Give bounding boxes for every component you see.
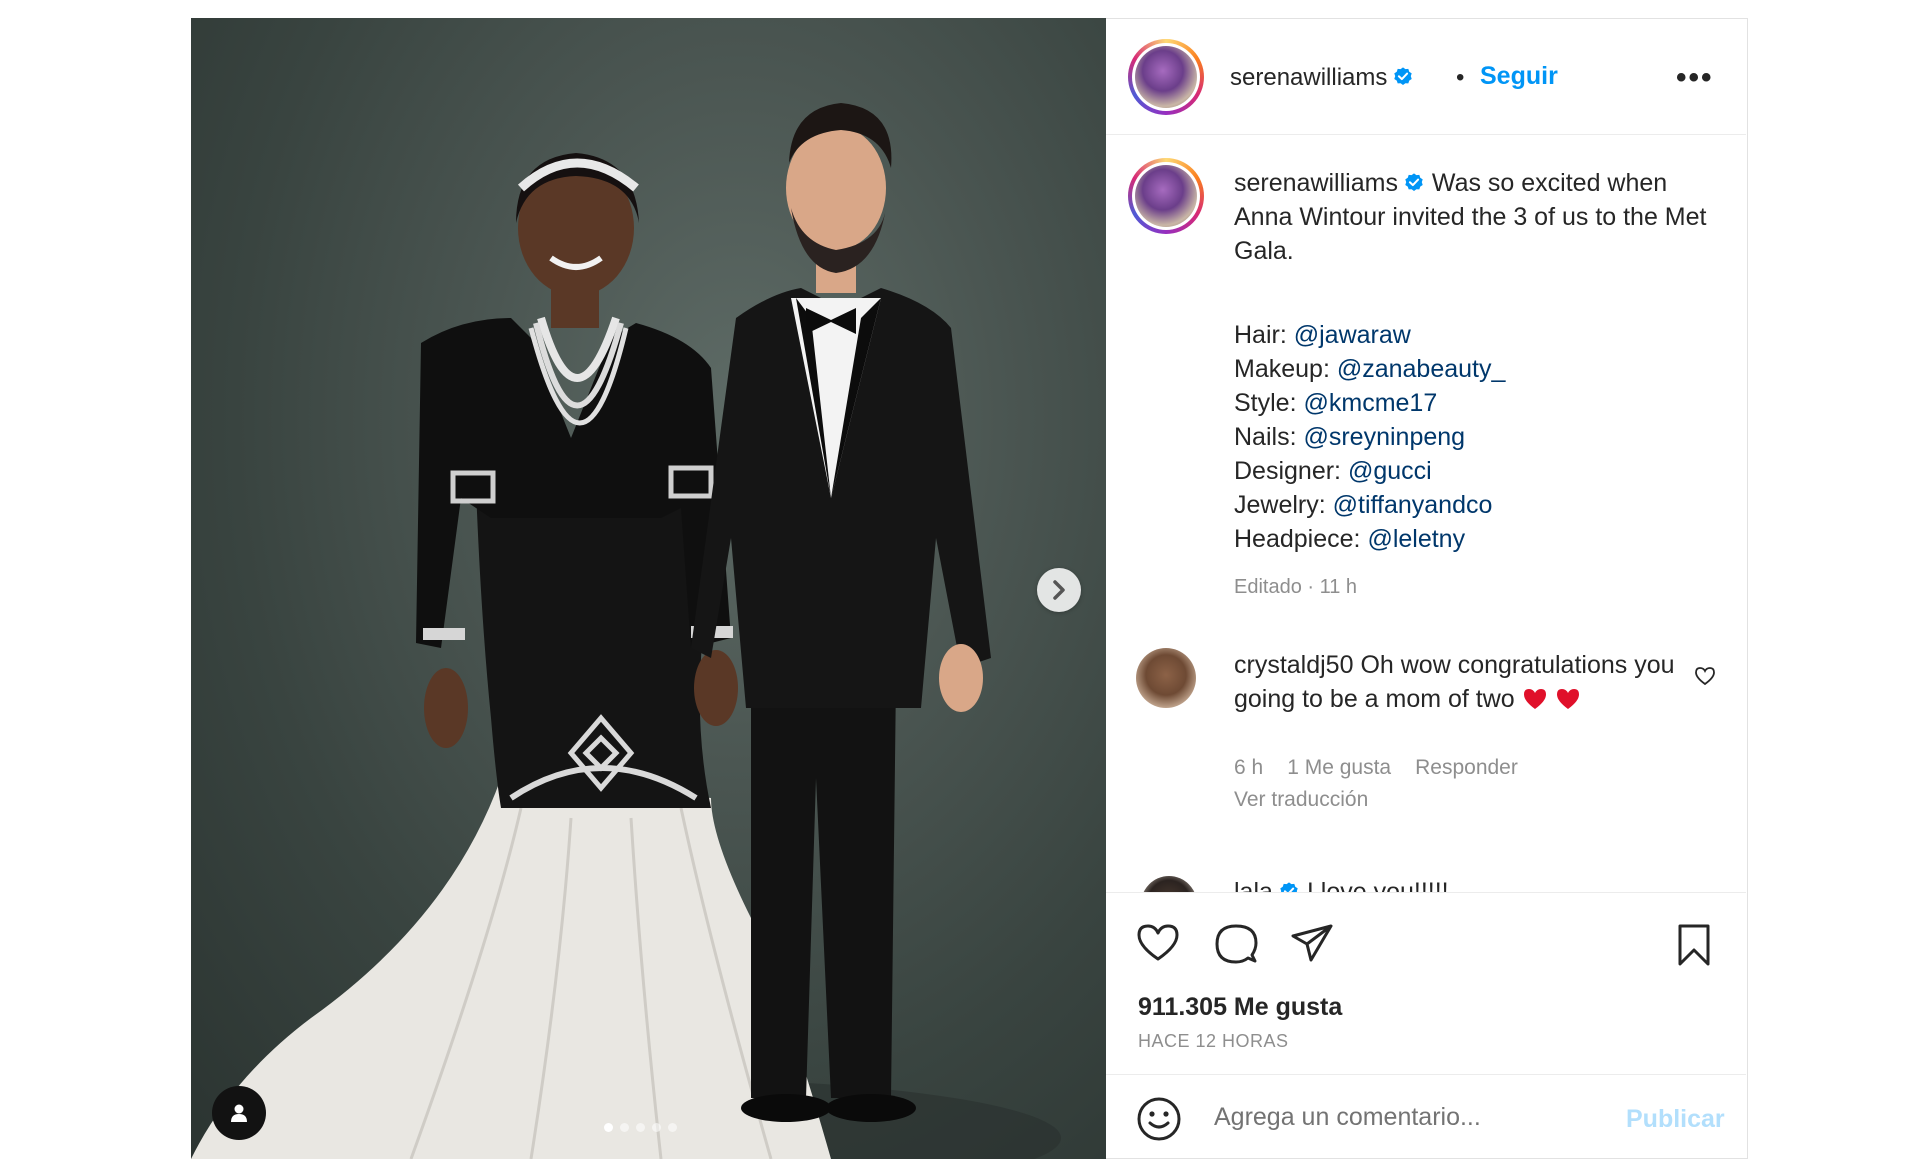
chevron-right-icon <box>1053 580 1065 600</box>
credit-mention-link[interactable]: @kmcme17 <box>1303 389 1437 417</box>
avatar[interactable] <box>1128 39 1204 115</box>
credit-mention-link[interactable]: @jawaraw <box>1294 321 1411 349</box>
smiley-icon[interactable] <box>1136 1096 1182 1142</box>
more-options-icon[interactable]: ••• <box>1676 61 1714 95</box>
caption-username[interactable]: serenawilliams <box>1234 169 1398 197</box>
credit-line: Headpiece: @leletny <box>1234 522 1505 556</box>
comment-likes-count[interactable]: 1 Me gusta <box>1287 756 1391 780</box>
credit-role: Jewelry: <box>1234 491 1326 519</box>
carousel-dot <box>604 1123 613 1132</box>
likes-count[interactable]: 911.305 Me gusta <box>1138 993 1342 1022</box>
username-text[interactable]: serenawilliams <box>1230 64 1387 91</box>
carousel-dot <box>636 1123 645 1132</box>
carousel-dot <box>652 1123 661 1132</box>
heart-icon[interactable] <box>1136 923 1180 963</box>
tagged-users-button[interactable] <box>212 1086 266 1140</box>
credit-role: Designer: <box>1234 457 1341 485</box>
credit-line: Makeup: @zanabeauty_ <box>1234 352 1505 386</box>
post-actions: 911.305 Me gusta HACE 12 HORAS <box>1106 892 1746 1092</box>
comment: lala I love you!!!!! <box>1234 878 1449 892</box>
credit-line: Hair: @jawaraw <box>1234 318 1505 352</box>
verified-badge-icon <box>1405 173 1423 191</box>
caption-credits: Hair: @jawaraw Makeup: @zanabeauty_ Styl… <box>1234 318 1505 556</box>
see-translation-link[interactable]: Ver traducción <box>1234 788 1368 812</box>
comment-input[interactable] <box>1214 1095 1594 1139</box>
credit-role: Headpiece: <box>1234 525 1361 553</box>
paper-plane-icon[interactable] <box>1290 923 1334 963</box>
red-heart-emoji-icon <box>1523 689 1546 709</box>
post-header: serenawilliams • Seguir ••• <box>1106 19 1746 135</box>
verified-badge-icon <box>1280 882 1298 892</box>
comment-time: 6 h <box>1234 756 1264 779</box>
post-caption: serenawilliams Was so excited when Anna … <box>1234 166 1714 268</box>
header-separator: • <box>1456 64 1465 91</box>
carousel-dot <box>620 1123 629 1132</box>
comments-scroll-area[interactable]: serenawilliams Was so excited when Anna … <box>1106 136 1746 892</box>
commenter-avatar[interactable] <box>1141 876 1197 892</box>
comment-meta: 6 h 1 Me gusta Responder <box>1234 756 1518 780</box>
carousel-indicator <box>604 1123 677 1132</box>
red-heart-emoji-icon <box>1556 689 1579 709</box>
credit-line: Jewelry: @tiffanyandco <box>1234 488 1505 522</box>
user-tag-icon <box>231 1104 247 1122</box>
comment-text: I love you!!!!! <box>1306 878 1449 892</box>
credit-line: Style: @kmcme17 <box>1234 386 1505 420</box>
comment-username[interactable]: crystaldj50 <box>1234 651 1354 679</box>
comment-like-icon[interactable] <box>1694 666 1716 686</box>
comment: crystaldj50 Oh wow congratulations you g… <box>1234 648 1684 716</box>
credit-role: Hair: <box>1234 321 1287 349</box>
credit-line: Designer: @gucci <box>1234 454 1505 488</box>
reply-button[interactable]: Responder <box>1415 756 1518 780</box>
follow-button[interactable]: Seguir <box>1480 62 1558 91</box>
post-time-ago: HACE 12 HORAS <box>1138 1031 1289 1051</box>
credit-mention-link[interactable]: @leletny <box>1367 525 1465 553</box>
post-photo[interactable] <box>191 18 1106 1159</box>
commenter-avatar[interactable] <box>1136 648 1196 708</box>
username-link[interactable]: serenawilliams <box>1230 64 1414 92</box>
publish-button[interactable]: Publicar <box>1626 1105 1725 1134</box>
credit-role: Makeup: <box>1234 355 1330 383</box>
couple-photo <box>191 103 1061 1159</box>
edited-timestamp: Editado · 11 h <box>1234 576 1358 598</box>
credit-line: Nails: @sreyninpeng <box>1234 420 1505 454</box>
credit-role: Nails: <box>1234 423 1297 451</box>
add-comment-bar: Publicar <box>1106 1074 1746 1159</box>
next-photo-button[interactable] <box>1037 568 1081 612</box>
comment-username[interactable]: lala <box>1234 878 1273 892</box>
post-details-panel: serenawilliams • Seguir ••• serenawillia… <box>1106 18 1748 1159</box>
caption-avatar[interactable] <box>1128 158 1204 234</box>
comment-bubble-icon[interactable] <box>1214 923 1258 965</box>
carousel-dot <box>668 1123 677 1132</box>
verified-badge-icon <box>1394 67 1413 85</box>
credit-role: Style: <box>1234 389 1297 417</box>
credit-mention-link[interactable]: @sreyninpeng <box>1303 423 1465 451</box>
credit-mention-link[interactable]: @gucci <box>1348 457 1432 485</box>
credit-mention-link[interactable]: @tiffanyandco <box>1333 491 1493 519</box>
bookmark-icon[interactable] <box>1674 923 1714 967</box>
credit-mention-link[interactable]: @zanabeauty_ <box>1337 355 1506 383</box>
